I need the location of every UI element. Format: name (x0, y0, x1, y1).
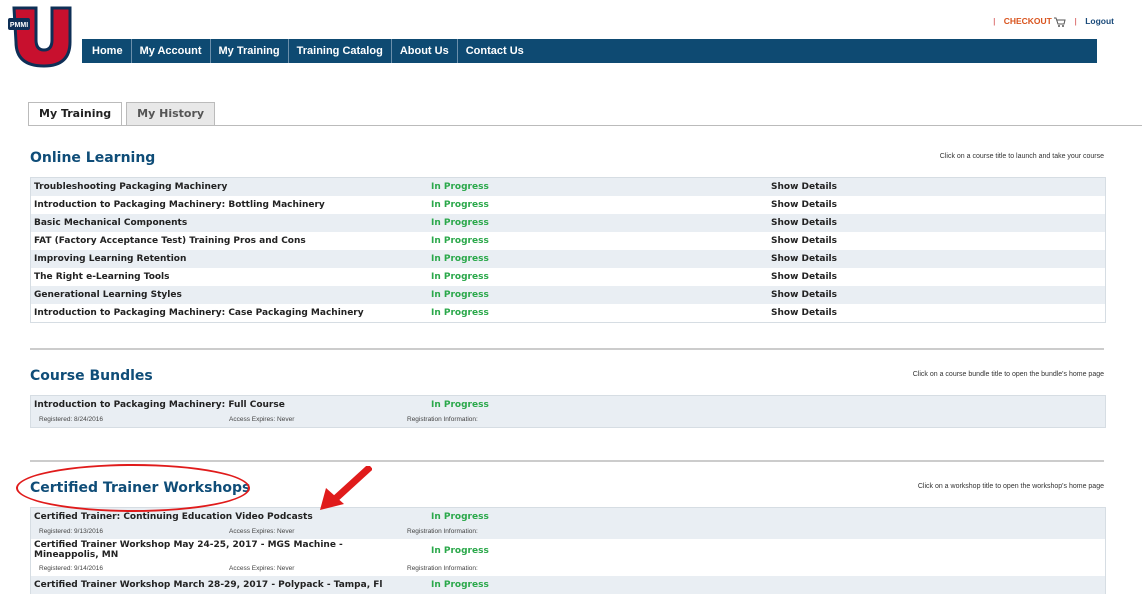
registration-info: Registration Information: (407, 416, 478, 423)
course-title[interactable]: Generational Learning Styles (34, 290, 182, 300)
nav-home[interactable]: Home (82, 39, 132, 63)
show-details-link[interactable]: Show Details (771, 290, 837, 300)
table-row: Troubleshooting Packaging Machinery In P… (31, 178, 1105, 196)
nav-about-us[interactable]: About Us (392, 39, 458, 63)
table-row: Introduction to Packaging Machinery: Bot… (31, 196, 1105, 214)
show-details-link[interactable]: Show Details (771, 254, 837, 264)
table-row: Introduction to Packaging Machinery: Cas… (31, 304, 1105, 322)
registration-details: Registered: 8/24/2016 Access Expires: Ne… (31, 414, 1105, 427)
checkout-link[interactable]: CHECKOUT (1004, 16, 1052, 26)
table-row: Generational Learning Styles In Progress… (31, 286, 1105, 304)
course-status: In Progress (431, 290, 489, 300)
table-row: Certified Trainer Workshop May 24-25, 20… (31, 539, 1105, 563)
registration-info: Registration Information: (407, 528, 478, 535)
course-status: In Progress (431, 182, 489, 192)
table-row: Certified Trainer: Continuing Education … (31, 508, 1105, 526)
course-status: In Progress (431, 236, 489, 246)
course-bundles-table: Introduction to Packaging Machinery: Ful… (30, 395, 1106, 428)
tab-underline (28, 125, 1142, 126)
show-details-link[interactable]: Show Details (771, 308, 837, 318)
highlight-oval (16, 464, 250, 512)
course-title[interactable]: Introduction to Packaging Machinery: Cas… (34, 308, 364, 318)
section-hint: Click on a course bundle title to open t… (912, 371, 1104, 378)
course-title[interactable]: Introduction to Packaging Machinery: Bot… (34, 200, 325, 210)
course-title[interactable]: Improving Learning Retention (34, 254, 186, 264)
workshop-title[interactable]: Certified Trainer Workshop March 28-29, … (34, 580, 382, 590)
course-status: In Progress (431, 308, 489, 318)
show-details-link[interactable]: Show Details (771, 200, 837, 210)
table-row: Improving Learning Retention In Progress… (31, 250, 1105, 268)
show-details-link[interactable]: Show Details (771, 236, 837, 246)
table-row: Introduction to Packaging Machinery: Ful… (31, 396, 1105, 414)
top-links: | CHECKOUT | Logout (993, 16, 1114, 27)
access-expires: Access Expires: Never (229, 528, 295, 535)
registered-date: Registered: 8/24/2016 (39, 416, 103, 423)
workshop-title[interactable]: Certified Trainer: Continuing Education … (34, 512, 313, 522)
bundle-title[interactable]: Introduction to Packaging Machinery: Ful… (34, 400, 285, 410)
registration-info: Registration Information: (407, 565, 478, 572)
table-row: Certified Trainer Workshop March 28-29, … (31, 576, 1105, 594)
access-expires: Access Expires: Never (229, 565, 295, 572)
red-arrow-icon (320, 466, 372, 510)
section-divider (30, 460, 1104, 462)
access-expires: Access Expires: Never (229, 416, 295, 423)
table-row: The Right e-Learning Tools In Progress S… (31, 268, 1105, 286)
registration-details: Registered: 9/13/2016 Access Expires: Ne… (31, 526, 1105, 539)
logout-link[interactable]: Logout (1085, 16, 1114, 26)
table-row: FAT (Factory Acceptance Test) Training P… (31, 232, 1105, 250)
logo-text: PMMI (10, 22, 28, 29)
bundle-status: In Progress (431, 400, 489, 410)
section-hint: Click on a workshop title to open the wo… (917, 483, 1104, 490)
main-nav: Home My Account My Training Training Cat… (82, 39, 1097, 63)
cart-icon[interactable] (1054, 17, 1066, 27)
nav-contact-us[interactable]: Contact Us (458, 39, 532, 63)
tab-bar: My Training My History (28, 102, 219, 126)
registered-date: Registered: 9/13/2016 (39, 528, 103, 535)
nav-my-account[interactable]: My Account (132, 39, 211, 63)
show-details-link[interactable]: Show Details (771, 272, 837, 282)
online-learning-section: Online Learning Click on a course title … (30, 148, 1106, 323)
course-title[interactable]: Basic Mechanical Components (34, 218, 187, 228)
workshop-block: Certified Trainer Workshop May 24-25, 20… (31, 539, 1105, 576)
workshop-block: Certified Trainer Workshop March 28-29, … (31, 576, 1105, 594)
online-learning-table: Troubleshooting Packaging Machinery In P… (30, 177, 1106, 323)
tab-my-training[interactable]: My Training (28, 102, 123, 126)
course-title[interactable]: FAT (Factory Acceptance Test) Training P… (34, 236, 306, 246)
nav-my-training[interactable]: My Training (211, 39, 289, 63)
course-bundles-section: Course Bundles Click on a course bundle … (30, 366, 1106, 428)
workshops-table: Certified Trainer: Continuing Education … (30, 507, 1106, 594)
nav-training-catalog[interactable]: Training Catalog (289, 39, 392, 63)
table-row: Basic Mechanical Components In Progress … (31, 214, 1105, 232)
registration-details: Registered: 9/14/2016 Access Expires: Ne… (31, 563, 1105, 576)
workshop-title[interactable]: Certified Trainer Workshop May 24-25, 20… (34, 540, 354, 560)
show-details-link[interactable]: Show Details (771, 182, 837, 192)
pmmi-u-logo[interactable]: PMMI (8, 4, 72, 68)
course-title[interactable]: The Right e-Learning Tools (34, 272, 170, 282)
workshop-block: Certified Trainer: Continuing Education … (31, 508, 1105, 539)
section-hint: Click on a course title to launch and ta… (939, 153, 1104, 160)
course-status: In Progress (431, 254, 489, 264)
tab-my-history[interactable]: My History (126, 102, 216, 125)
course-status: In Progress (431, 218, 489, 228)
show-details-link[interactable]: Show Details (771, 218, 837, 228)
course-title[interactable]: Troubleshooting Packaging Machinery (34, 182, 227, 192)
registered-date: Registered: 9/14/2016 (39, 565, 103, 572)
course-status: In Progress (431, 200, 489, 210)
workshop-status: In Progress (431, 580, 489, 590)
course-status: In Progress (431, 272, 489, 282)
workshop-status: In Progress (431, 546, 489, 556)
section-divider (30, 348, 1104, 350)
workshop-status: In Progress (431, 512, 489, 522)
